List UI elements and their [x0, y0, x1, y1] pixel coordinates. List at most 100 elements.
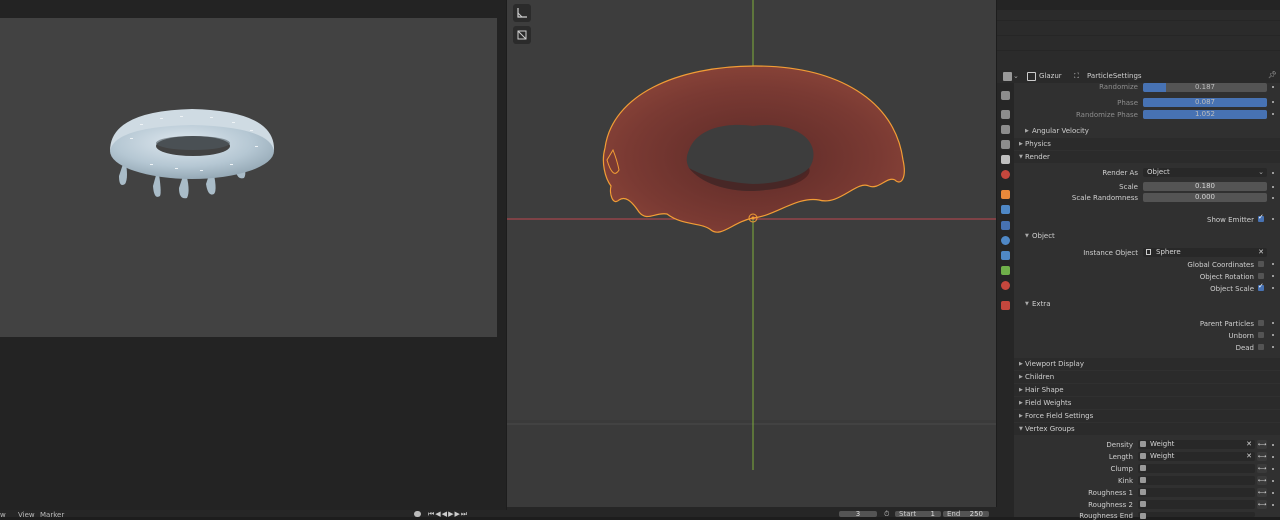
end-frame-field[interactable]: End 250	[943, 511, 989, 518]
keyframe-dot-icon[interactable]	[1272, 504, 1274, 506]
invert-toggle-icon[interactable]: ⟷	[1257, 476, 1267, 485]
object-name[interactable]: Glazur	[1039, 72, 1062, 80]
randomize-phase-slider[interactable]: 1.052	[1143, 110, 1267, 119]
timeline-menu-partial[interactable]: w	[0, 511, 6, 519]
keyframe-dot-icon[interactable]	[1272, 275, 1274, 277]
annotate-tool-icon[interactable]	[513, 26, 531, 44]
vertex-groups-section[interactable]: ▼ Vertex Groups	[1014, 423, 1280, 435]
force-field-settings-section[interactable]: ▶ Force Field Settings	[1014, 410, 1280, 422]
length-group-field[interactable]: Weight ✕	[1138, 452, 1255, 461]
start-frame-field[interactable]: Start 1	[895, 511, 941, 518]
material-tab-icon[interactable]	[1001, 281, 1010, 290]
keyframe-dot-icon[interactable]	[1272, 322, 1274, 324]
scale-randomness-field[interactable]: 0.000	[1143, 193, 1267, 202]
outliner-row-divider	[997, 35, 1280, 36]
keyframe-dot-icon[interactable]	[1272, 197, 1274, 199]
clear-icon[interactable]: ✕	[1258, 248, 1264, 257]
keyframe-dot-icon[interactable]	[1272, 86, 1274, 88]
keyframe-dot-icon[interactable]	[1272, 113, 1274, 115]
data-tab-icon[interactable]	[1001, 266, 1010, 275]
texture-tab-icon[interactable]	[1001, 301, 1010, 310]
playback-controls-icon[interactable]: ⏮◀◀▶▶⏭	[428, 510, 468, 519]
vertex-group-icon	[1140, 489, 1146, 495]
extra-subpanel[interactable]: ▼ Extra	[1014, 299, 1280, 310]
vertex-group-icon	[1140, 465, 1146, 471]
keyframe-dot-icon[interactable]	[1272, 172, 1274, 174]
current-frame-field[interactable]: 3	[839, 511, 877, 518]
global-coordinates-checkbox[interactable]	[1258, 261, 1264, 267]
keyframe-dot-icon[interactable]	[1272, 456, 1274, 458]
kink-group-field[interactable]	[1138, 476, 1255, 485]
invert-toggle-icon[interactable]: ⟷	[1257, 440, 1267, 449]
scale-randomness-label: Scale Randomness	[1071, 194, 1138, 202]
physics-tab-icon[interactable]	[1001, 236, 1010, 245]
keyframe-dot-icon[interactable]	[1272, 287, 1274, 289]
invert-toggle-icon[interactable]: ⟷	[1257, 488, 1267, 497]
roughness1-group-field[interactable]	[1138, 488, 1255, 497]
keyframe-dot-icon[interactable]	[1272, 444, 1274, 446]
randomize-phase-label: Randomize Phase	[1075, 111, 1138, 119]
measure-tool-icon[interactable]	[513, 4, 531, 22]
field-weights-section[interactable]: ▶ Field Weights	[1014, 397, 1280, 409]
pin-icon[interactable]: 📌︎	[1268, 71, 1277, 79]
unborn-label: Unborn	[1228, 332, 1254, 340]
particles-tab-icon[interactable]	[1001, 221, 1010, 230]
phase-slider[interactable]: 0.087	[1143, 98, 1267, 107]
particle-settings-name[interactable]: ParticleSettings	[1087, 72, 1142, 80]
scene-tab-icon[interactable]	[1001, 155, 1010, 164]
unborn-checkbox[interactable]	[1258, 332, 1264, 338]
density-group-field[interactable]: Weight ✕	[1138, 440, 1255, 449]
render-result-image[interactable]	[0, 18, 497, 337]
record-icon[interactable]	[414, 511, 421, 517]
keyframe-dot-icon[interactable]	[1272, 101, 1274, 103]
physics-section[interactable]: ▶ Physics	[1014, 138, 1280, 150]
render-as-dropdown[interactable]: Object ⌄	[1143, 168, 1267, 177]
hair-shape-section[interactable]: ▶ Hair Shape	[1014, 384, 1280, 396]
invert-toggle-icon[interactable]: ⟷	[1257, 464, 1267, 473]
roughness-end-group-field[interactable]	[1138, 512, 1255, 519]
keyframe-dot-icon[interactable]	[1272, 334, 1274, 336]
constraints-tab-icon[interactable]	[1001, 251, 1010, 260]
vertex-group-icon	[1140, 501, 1146, 507]
clump-label: Clump	[1110, 465, 1133, 473]
rendered-donut	[110, 109, 275, 199]
object-tab-icon[interactable]	[1001, 190, 1010, 199]
render-section[interactable]: ▼ Render	[1014, 151, 1280, 163]
scale-field[interactable]: 0.180	[1143, 182, 1267, 191]
world-tab-icon[interactable]	[1001, 170, 1010, 179]
clock-icon[interactable]: ⏱	[884, 510, 889, 519]
randomize-slider[interactable]: 0.187	[1143, 83, 1267, 92]
editor-type-icon[interactable]	[1003, 72, 1012, 81]
viewport-display-section[interactable]: ▶ Viewport Display	[1014, 358, 1280, 370]
keyframe-dot-icon[interactable]	[1272, 492, 1274, 494]
object-scale-checkbox[interactable]	[1258, 282, 1264, 291]
viewport-scene	[507, 0, 996, 507]
view-layer-tab-icon[interactable]	[1001, 140, 1010, 149]
show-emitter-checkbox[interactable]	[1258, 213, 1264, 222]
instance-object-field[interactable]: Sphere ✕	[1143, 248, 1267, 257]
timeline-marker-menu[interactable]: Marker	[40, 511, 64, 519]
object-rotation-checkbox[interactable]	[1258, 273, 1264, 279]
render-tab-icon[interactable]	[1001, 110, 1010, 119]
editor-type-chevron-icon[interactable]: ⌄	[1013, 72, 1019, 80]
keyframe-dot-icon[interactable]	[1272, 263, 1274, 265]
dead-checkbox[interactable]	[1258, 344, 1264, 350]
angular-velocity-subpanel[interactable]: ▶ Angular Velocity	[1014, 126, 1280, 137]
modifier-tab-icon[interactable]	[1001, 205, 1010, 214]
keyframe-dot-icon[interactable]	[1272, 480, 1274, 482]
keyframe-dot-icon[interactable]	[1272, 346, 1274, 348]
3d-viewport[interactable]	[507, 0, 996, 507]
object-subpanel[interactable]: ▼ Object	[1014, 231, 1280, 242]
tool-tab-icon[interactable]	[1001, 91, 1010, 100]
clump-group-field[interactable]	[1138, 464, 1255, 473]
keyframe-dot-icon[interactable]	[1272, 218, 1274, 220]
children-section[interactable]: ▶ Children	[1014, 371, 1280, 383]
invert-toggle-icon[interactable]: ⟷	[1257, 500, 1267, 509]
keyframe-dot-icon[interactable]	[1272, 468, 1274, 470]
invert-toggle-icon[interactable]: ⟷	[1257, 452, 1267, 461]
parent-particles-checkbox[interactable]	[1258, 320, 1264, 326]
keyframe-dot-icon[interactable]	[1272, 186, 1274, 188]
output-tab-icon[interactable]	[1001, 125, 1010, 134]
timeline-view-menu[interactable]: View	[18, 511, 35, 519]
roughness2-group-field[interactable]	[1138, 500, 1255, 509]
